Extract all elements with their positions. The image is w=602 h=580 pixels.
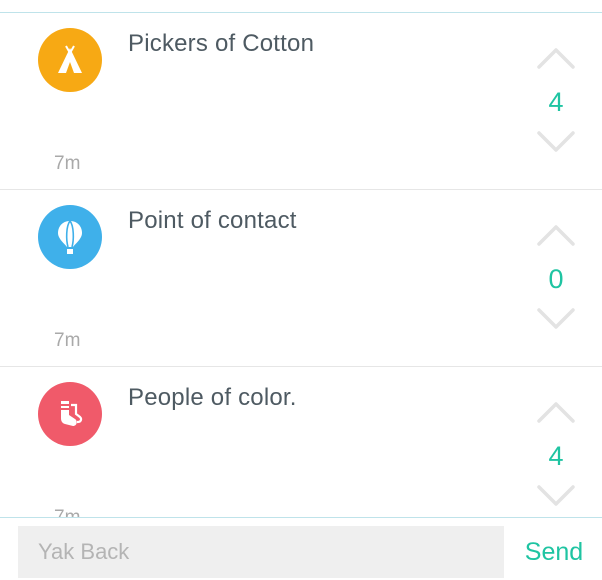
downvote-chevron-icon[interactable]	[536, 306, 576, 334]
avatar	[38, 205, 102, 269]
upvote-chevron-icon[interactable]	[536, 43, 576, 71]
yak-item[interactable]: Pickers of Cotton 7m 4	[0, 13, 602, 190]
downvote-chevron-icon[interactable]	[536, 483, 576, 511]
send-button[interactable]: Send	[514, 529, 594, 575]
vote-count: 0	[548, 264, 564, 294]
yak-timestamp: 7m	[54, 153, 81, 174]
upvote-chevron-icon[interactable]	[536, 220, 576, 248]
yak-text[interactable]: People of color.	[128, 384, 297, 412]
yak-back-input[interactable]	[18, 526, 504, 578]
hot-air-balloon-icon	[58, 220, 82, 254]
vote-controls: 4	[526, 395, 586, 517]
compose-bar: Send	[0, 517, 602, 580]
yak-feed[interactable]: Pickers of Cotton 7m 4 Point of contact …	[0, 13, 602, 517]
compose-divider	[0, 517, 602, 518]
yak-timestamp: 7m	[54, 330, 81, 351]
avatar	[38, 382, 102, 446]
vote-count: 4	[548, 87, 564, 117]
yak-timestamp: 7m	[54, 507, 80, 517]
vote-controls: 4	[526, 41, 586, 171]
avatar	[38, 28, 102, 92]
yak-text[interactable]: Pickers of Cotton	[128, 30, 314, 58]
vote-controls: 0	[526, 218, 586, 348]
yak-text[interactable]: Point of contact	[128, 207, 297, 235]
upvote-chevron-icon[interactable]	[536, 397, 576, 425]
yak-item[interactable]: Point of contact 7m 0	[0, 190, 602, 367]
downvote-chevron-icon[interactable]	[536, 129, 576, 157]
yak-thread-screen: Pickers of Cotton 7m 4 Point of contact …	[0, 0, 602, 580]
yak-item[interactable]: People of color. 7m 4	[0, 367, 602, 517]
teepee-icon	[58, 45, 82, 73]
vote-count: 4	[548, 441, 564, 471]
socks-icon	[61, 401, 83, 426]
